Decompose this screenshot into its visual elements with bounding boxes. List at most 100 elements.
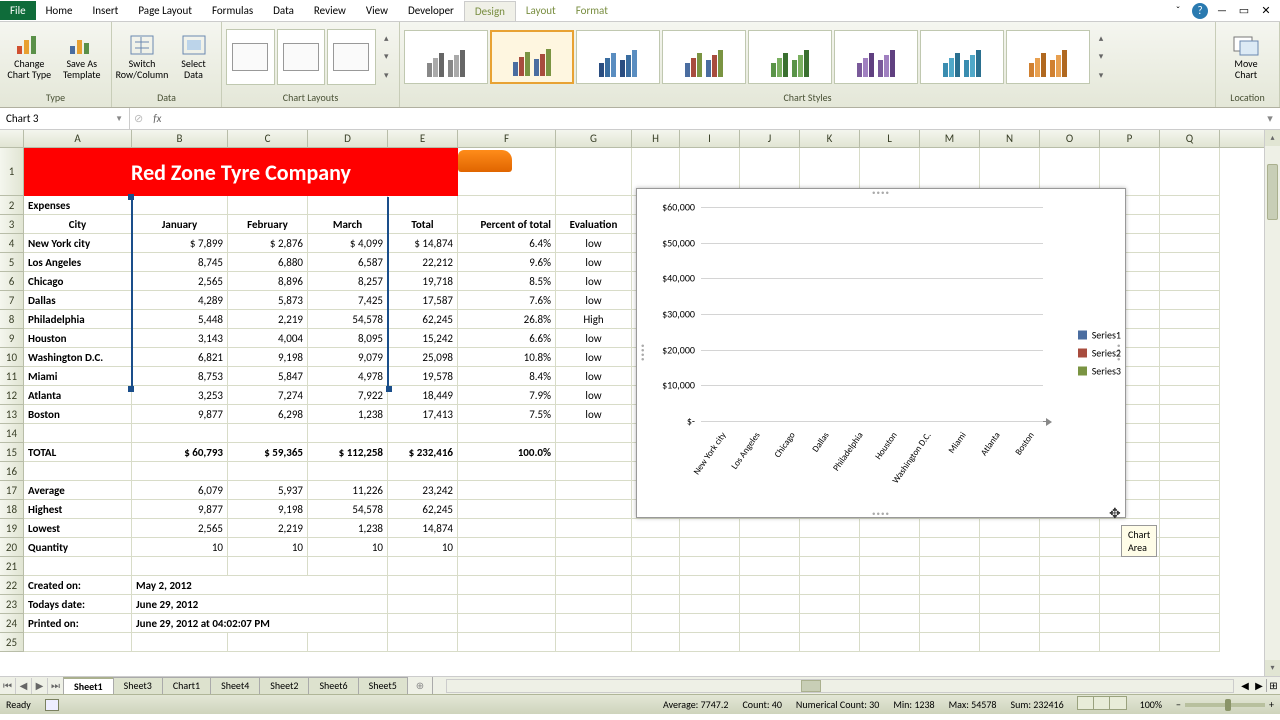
cell[interactable]: Todays date: (24, 595, 132, 614)
cell[interactable] (632, 633, 680, 652)
chart-style-option[interactable] (920, 30, 1004, 84)
tab-file[interactable]: File (0, 1, 36, 20)
cell[interactable]: 26.8% (458, 310, 556, 329)
cell[interactable] (980, 614, 1040, 633)
chart-style-option[interactable] (404, 30, 488, 84)
view-buttons[interactable] (1078, 696, 1126, 713)
row-header[interactable]: 18 (0, 500, 24, 519)
cell[interactable] (1160, 500, 1220, 519)
cell[interactable] (740, 595, 800, 614)
change-chart-type-button[interactable]: Change Chart Type (4, 25, 55, 89)
cell[interactable]: 7,425 (308, 291, 388, 310)
cell[interactable]: Expenses (24, 196, 132, 215)
row-header[interactable]: 8 (0, 310, 24, 329)
more-layouts-icon[interactable]: ▴▾▾ (378, 29, 395, 85)
cell[interactable]: March (308, 215, 388, 234)
cell[interactable]: 10 (132, 538, 228, 557)
cell[interactable]: 14,874 (388, 519, 458, 538)
sheet-nav-prev-icon[interactable]: ◀ (16, 678, 32, 694)
cell[interactable]: low (556, 234, 632, 253)
cell[interactable] (556, 614, 632, 633)
cell[interactable] (308, 424, 388, 443)
cell[interactable] (556, 500, 632, 519)
cell[interactable] (1160, 614, 1220, 633)
cell[interactable]: 100.0% (458, 443, 556, 462)
cell[interactable]: $ 14,874 (388, 234, 458, 253)
cell[interactable] (1160, 462, 1220, 481)
cell[interactable]: 8,745 (132, 253, 228, 272)
cell[interactable] (556, 462, 632, 481)
cell[interactable]: Highest (24, 500, 132, 519)
cell[interactable]: 62,245 (388, 500, 458, 519)
row-header[interactable]: 13 (0, 405, 24, 424)
cell[interactable] (1160, 595, 1220, 614)
expand-formula-bar-icon[interactable]: ▾ (1260, 112, 1280, 125)
cell[interactable] (740, 519, 800, 538)
row-header[interactable]: 24 (0, 614, 24, 633)
cell[interactable]: 8.5% (458, 272, 556, 291)
cell[interactable]: 9,198 (228, 348, 308, 367)
cell[interactable] (132, 462, 228, 481)
cell[interactable] (800, 557, 860, 576)
sheet-nav-first-icon[interactable]: ⏮ (0, 678, 16, 694)
row-header[interactable]: 23 (0, 595, 24, 614)
cell[interactable]: New York city (24, 234, 132, 253)
cell[interactable]: 10 (388, 538, 458, 557)
cell[interactable]: low (556, 253, 632, 272)
cell[interactable] (556, 481, 632, 500)
tab-view[interactable]: View (356, 1, 398, 20)
cell[interactable] (1040, 614, 1100, 633)
cell[interactable] (740, 633, 800, 652)
cell[interactable] (920, 576, 980, 595)
cell[interactable] (458, 538, 556, 557)
column-header[interactable]: G (556, 130, 632, 147)
row-header[interactable]: 2 (0, 196, 24, 215)
cell[interactable] (458, 196, 556, 215)
cell[interactable] (1160, 557, 1220, 576)
cell[interactable] (860, 557, 920, 576)
cell[interactable]: 22,212 (388, 253, 458, 272)
column-header[interactable]: H (632, 130, 680, 147)
row-header[interactable]: 7 (0, 291, 24, 310)
cell[interactable]: 6,821 (132, 348, 228, 367)
cell[interactable]: 15,242 (388, 329, 458, 348)
cell[interactable] (556, 424, 632, 443)
column-header[interactable]: M (920, 130, 980, 147)
cell[interactable]: Washington D.C. (24, 348, 132, 367)
cell[interactable] (920, 595, 980, 614)
worksheet-grid[interactable]: ABCDEFGHIJKLMNOPQ 1Red Zone Tyre Company… (0, 130, 1280, 676)
cell[interactable] (920, 633, 980, 652)
row-header[interactable]: 14 (0, 424, 24, 443)
cell[interactable]: 8.4% (458, 367, 556, 386)
cell[interactable] (800, 633, 860, 652)
cell[interactable]: City (24, 215, 132, 234)
cell[interactable] (1160, 424, 1220, 443)
window-close-icon[interactable]: ✕ (1258, 3, 1274, 19)
cell[interactable]: 25,098 (388, 348, 458, 367)
name-box[interactable]: Chart 3▼ (0, 108, 130, 129)
cell[interactable]: Quantity (24, 538, 132, 557)
cell[interactable] (556, 519, 632, 538)
save-as-template-button[interactable]: Save As Template (57, 25, 108, 89)
cell[interactable] (308, 196, 388, 215)
cell[interactable]: January (132, 215, 228, 234)
cell[interactable] (132, 196, 228, 215)
cell[interactable] (1100, 633, 1160, 652)
chart-layout-option[interactable] (277, 29, 326, 85)
cell[interactable] (1040, 519, 1100, 538)
row-header[interactable]: 25 (0, 633, 24, 652)
tab-format[interactable]: Format (566, 1, 618, 20)
cell[interactable]: 7.9% (458, 386, 556, 405)
cell[interactable] (388, 557, 458, 576)
column-header[interactable]: I (680, 130, 740, 147)
cell[interactable] (632, 576, 680, 595)
cell[interactable]: Atlanta (24, 386, 132, 405)
cell[interactable] (920, 614, 980, 633)
cell[interactable] (860, 576, 920, 595)
cell[interactable]: low (556, 348, 632, 367)
cell[interactable]: 2,565 (132, 272, 228, 291)
cell[interactable]: 6,587 (308, 253, 388, 272)
cell[interactable] (860, 614, 920, 633)
cell[interactable]: 6,298 (228, 405, 308, 424)
cell[interactable]: 1,238 (308, 405, 388, 424)
